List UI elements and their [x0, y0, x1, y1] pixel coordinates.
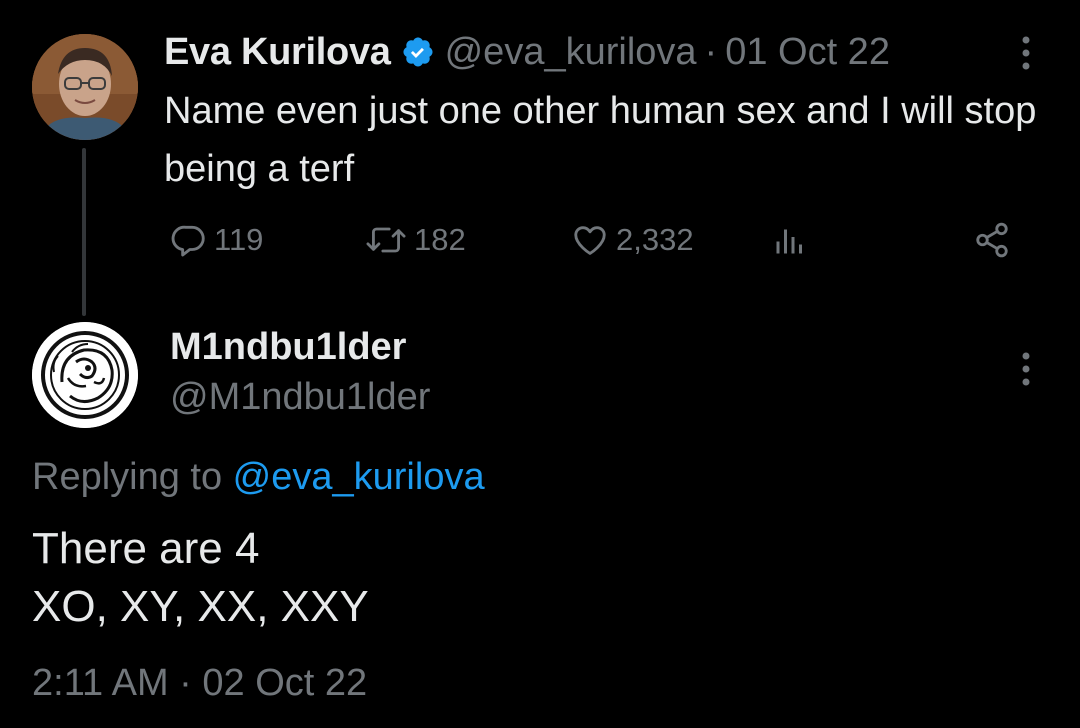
- share-button[interactable]: [972, 214, 1012, 266]
- reply-author-name[interactable]: M1ndbu1lder: [170, 326, 406, 369]
- replying-to-mention-link[interactable]: @eva_kurilova: [233, 456, 485, 498]
- m1ndbu1lder-avatar[interactable]: [32, 322, 138, 428]
- retweet-icon: [364, 221, 408, 259]
- tweet-thread: Eva Kurilova @eva_kurilova · 01 Oct 22 N…: [0, 0, 1080, 728]
- analytics-icon: [772, 221, 808, 259]
- retweet-button[interactable]: 182: [364, 214, 466, 266]
- separator-dot: ·: [704, 30, 718, 73]
- thread-connector-line: [82, 148, 86, 316]
- views-button[interactable]: [772, 214, 808, 266]
- eva-kurilova-avatar[interactable]: [32, 34, 138, 140]
- reply-tweet-text: There are 4 XO, XY, XX, XXY: [32, 524, 369, 631]
- verified-badge-icon: [401, 35, 435, 69]
- reply-button[interactable]: 119: [170, 214, 263, 266]
- author-name[interactable]: Eva Kurilova: [164, 31, 391, 74]
- reply-author-handle[interactable]: @M1ndbu1lder: [170, 376, 430, 419]
- like-button[interactable]: 2,332: [570, 214, 694, 266]
- replying-to-line: Replying to @eva_kurilova: [32, 456, 485, 499]
- replying-to-label: Replying to: [32, 456, 233, 498]
- reply-timestamp[interactable]: 2:11 AM · 02 Oct 22: [32, 662, 367, 705]
- share-icon: [972, 221, 1012, 259]
- parent-tweet-text: Name even just one other human sex and I…: [164, 90, 1037, 190]
- author-handle[interactable]: @eva_kurilova: [445, 31, 697, 74]
- heart-icon: [570, 221, 610, 259]
- reply-more-options-icon[interactable]: [1018, 348, 1034, 390]
- tweet-action-bar: 119 182 2,332: [164, 214, 1024, 266]
- more-options-icon[interactable]: [1018, 32, 1034, 74]
- reply-count: 119: [214, 222, 264, 257]
- tweet-date[interactable]: 01 Oct 22: [725, 31, 890, 74]
- parent-tweet-header: Eva Kurilova @eva_kurilova · 01 Oct 22: [164, 28, 890, 76]
- like-count: 2,332: [616, 222, 694, 257]
- reply-icon: [170, 221, 208, 259]
- retweet-count: 182: [414, 222, 466, 257]
